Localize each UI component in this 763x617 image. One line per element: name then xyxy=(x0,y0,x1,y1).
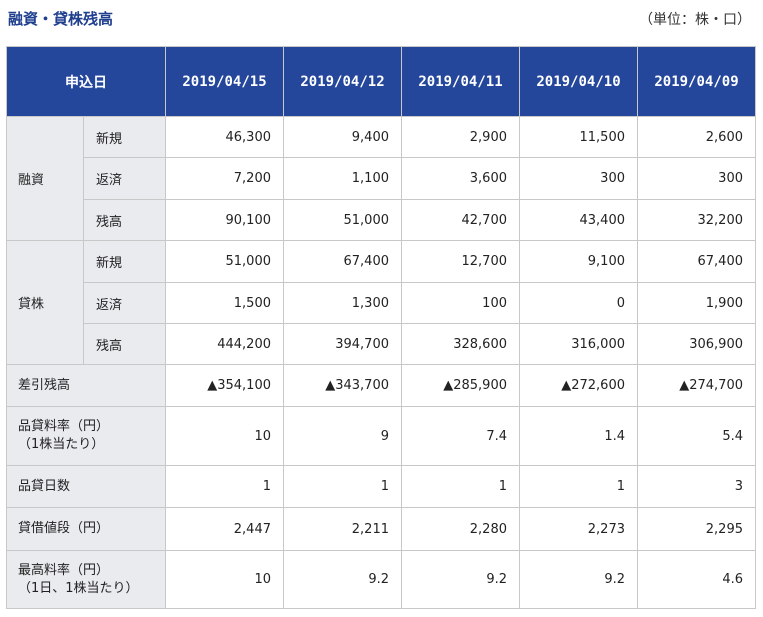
table-cell: ▲285,900 xyxy=(401,364,520,407)
table-cell: 51,000 xyxy=(165,240,284,283)
table-cell: 67,400 xyxy=(637,240,756,283)
table-cell: 5.4 xyxy=(637,406,756,466)
page-title: 融資・貸株残高 xyxy=(8,10,114,28)
label-line: （1株当たり） xyxy=(18,437,105,452)
table-cell: ▲274,700 xyxy=(637,364,756,407)
table-cell: 1 xyxy=(519,465,638,508)
table-cell: 9,400 xyxy=(283,116,402,158)
table-cell: 316,000 xyxy=(519,323,638,365)
table-cell: 300 xyxy=(519,157,638,200)
table-row: 残高 90,100 51,000 42,700 43,400 32,200 xyxy=(7,199,756,241)
row-label-lending-fee: 品貸料率（円） （1株当たり） xyxy=(6,406,166,466)
table-row: 差引残高 ▲354,100 ▲343,700 ▲285,900 ▲272,600… xyxy=(6,364,756,407)
table-cell: 9.2 xyxy=(519,550,638,609)
table-cell: 46,300 xyxy=(165,116,284,158)
table-row: 貸株 新規 51,000 67,400 12,700 9,100 67,400 xyxy=(6,240,756,365)
table-cell: 2,273 xyxy=(519,507,638,551)
row-label: 返済 xyxy=(83,157,166,200)
table-row: 貸借値段（円） 2,447 2,211 2,280 2,273 2,295 xyxy=(6,507,756,551)
date-header: 2019/04/09 xyxy=(637,46,756,117)
header-row: 申込日 2019/04/15 2019/04/12 2019/04/11 201… xyxy=(6,46,756,117)
date-header: 2019/04/11 xyxy=(401,46,520,117)
table-cell: 7.4 xyxy=(401,406,520,466)
table-cell: 2,280 xyxy=(401,507,520,551)
table-cell: 9.2 xyxy=(283,550,402,609)
table-cell: 1 xyxy=(165,465,284,508)
row-label-borrow-price: 貸借値段（円） xyxy=(6,507,166,551)
table-cell: 1 xyxy=(283,465,402,508)
margin-lending-table: 申込日 2019/04/15 2019/04/12 2019/04/11 201… xyxy=(6,46,756,609)
label-line: （1日、1株当たり） xyxy=(18,580,139,596)
table-row: 融資 新規 46,300 9,400 2,900 11,500 2,600 xyxy=(6,116,756,241)
label-line: 品貸料率（円） xyxy=(18,419,110,434)
table-cell: 2,295 xyxy=(637,507,756,551)
table-cell: 444,200 xyxy=(165,323,284,365)
table-cell: 306,900 xyxy=(637,323,756,365)
table-cell: 90,100 xyxy=(165,199,284,241)
table-cell: 328,600 xyxy=(401,323,520,365)
table-cell: 100 xyxy=(401,282,520,324)
table-cell: 32,200 xyxy=(637,199,756,241)
table-cell: 51,000 xyxy=(283,199,402,241)
application-date-header: 申込日 xyxy=(6,46,166,117)
table-row: 最高料率（円） （1日、1株当たり） 10 9.2 9.2 9.2 4.6 xyxy=(6,550,756,609)
table-cell: 9.2 xyxy=(401,550,520,609)
table-cell: 10 xyxy=(165,406,284,466)
table-cell: 9,100 xyxy=(519,240,638,283)
table-cell: 7,200 xyxy=(165,157,284,200)
row-label: 新規 xyxy=(83,240,166,283)
table-cell: ▲343,700 xyxy=(283,364,402,407)
date-header: 2019/04/15 xyxy=(165,46,284,117)
table-cell: 1.4 xyxy=(519,406,638,466)
table-cell: 3,600 xyxy=(401,157,520,200)
table-row: 返済 7,200 1,100 3,600 300 300 xyxy=(7,157,756,200)
table-cell: 2,211 xyxy=(283,507,402,551)
unit-note: （単位：株・口） xyxy=(639,12,751,28)
table-cell: 0 xyxy=(519,282,638,324)
group-label-margin: 融資 xyxy=(6,116,84,241)
row-label: 残高 xyxy=(83,199,166,241)
table-cell: ▲354,100 xyxy=(165,364,284,407)
table-row: 品貸料率（円） （1株当たり） 10 9 7.4 1.4 5.4 xyxy=(6,406,756,466)
date-header: 2019/04/12 xyxy=(283,46,402,117)
date-header: 2019/04/10 xyxy=(519,46,638,117)
row-label: 残高 xyxy=(83,323,166,365)
table-cell: 42,700 xyxy=(401,199,520,241)
table-cell: 3 xyxy=(637,465,756,508)
label-line: 最高料率（円） xyxy=(18,562,110,578)
table-cell: 1,500 xyxy=(165,282,284,324)
row-label: 返済 xyxy=(83,282,166,324)
table-cell: 67,400 xyxy=(283,240,402,283)
table-cell: 4.6 xyxy=(637,550,756,609)
row-label-lending-days: 品貸日数 xyxy=(6,465,166,508)
table-cell: 2,900 xyxy=(401,116,520,158)
table-cell: 1,900 xyxy=(637,282,756,324)
table-cell: 1,100 xyxy=(283,157,402,200)
table-cell: 10 xyxy=(165,550,284,609)
table-row: 返済 1,500 1,300 100 0 1,900 xyxy=(7,282,756,324)
group-label-lending: 貸株 xyxy=(6,240,84,365)
row-label: 新規 xyxy=(83,116,166,158)
table-cell: 9 xyxy=(283,406,402,466)
table-cell: 11,500 xyxy=(519,116,638,158)
table-cell: 1,300 xyxy=(283,282,402,324)
table-cell: 12,700 xyxy=(401,240,520,283)
table-cell: 1 xyxy=(401,465,520,508)
table-cell: ▲272,600 xyxy=(519,364,638,407)
row-label-max-fee: 最高料率（円） （1日、1株当たり） xyxy=(6,550,166,609)
table-cell: 2,447 xyxy=(165,507,284,551)
row-label-net-balance: 差引残高 xyxy=(6,364,166,407)
table-cell: 2,600 xyxy=(637,116,756,158)
table-cell: 300 xyxy=(637,157,756,200)
table-row: 残高 444,200 394,700 328,600 316,000 306,9… xyxy=(7,323,756,365)
table-cell: 43,400 xyxy=(519,199,638,241)
table-row: 品貸日数 1 1 1 1 3 xyxy=(6,465,756,508)
table-cell: 394,700 xyxy=(283,323,402,365)
